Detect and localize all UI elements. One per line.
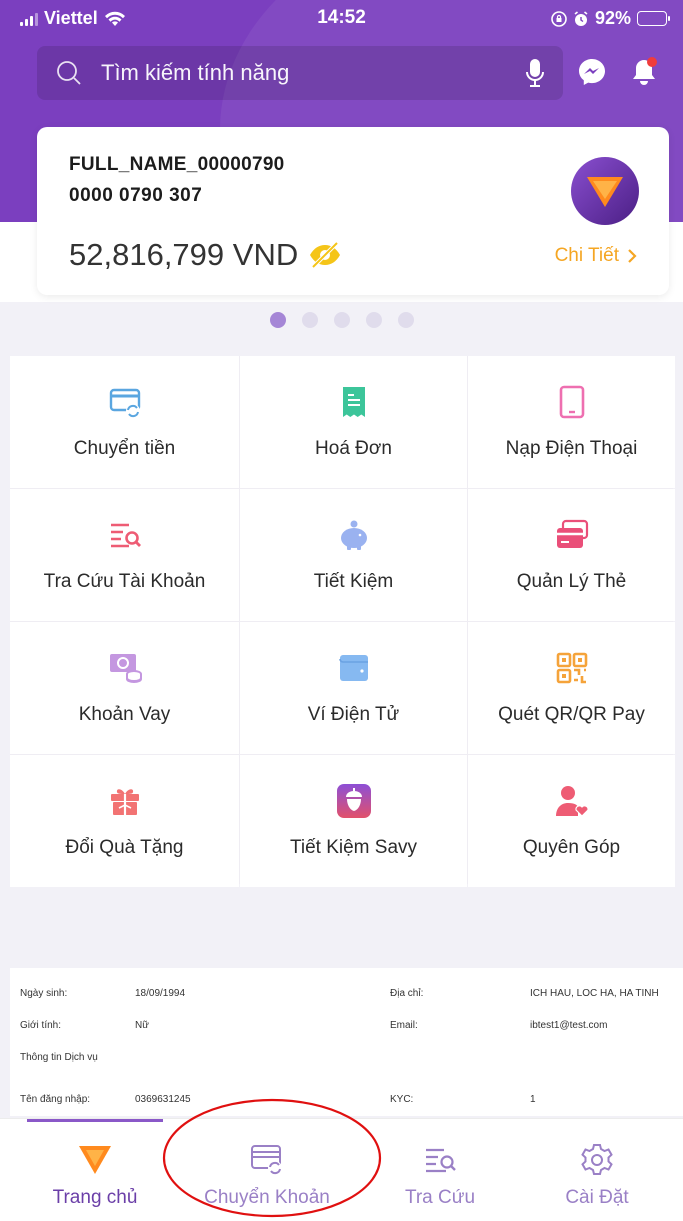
kyc-value: 1 bbox=[530, 1094, 536, 1105]
gift-icon bbox=[110, 789, 139, 815]
service-label: Tiết Kiệm bbox=[313, 571, 394, 592]
service-label: Hoá Đơn bbox=[315, 438, 392, 459]
service-label: Quét QR/QR Pay bbox=[498, 704, 645, 725]
bottom-tab-bar: Trang chủ Chuyển Khoản Tra Cứu Cài Đặt bbox=[0, 1118, 683, 1221]
service-account-lookup[interactable]: Tra Cứu Tài Khoản bbox=[10, 489, 239, 621]
brand-logo-icon bbox=[571, 157, 639, 225]
tab-label: Chuyển Khoản bbox=[204, 1187, 330, 1208]
donate-icon bbox=[555, 786, 589, 817]
service-label: Tiết Kiệm Savy bbox=[289, 837, 418, 858]
search-input[interactable]: Tìm kiếm tính năng bbox=[101, 60, 525, 86]
carousel-dot[interactable] bbox=[269, 312, 286, 328]
settings-gear-icon bbox=[581, 1144, 613, 1175]
address-value: ICH HAU, LOC HA, HA TINH bbox=[530, 988, 659, 999]
phone-icon bbox=[559, 385, 584, 419]
service-loan[interactable]: Khoản Vay bbox=[10, 622, 239, 754]
search-bar[interactable]: Tìm kiếm tính năng bbox=[37, 46, 563, 100]
service-label: Tra Cứu Tài Khoản bbox=[43, 571, 206, 592]
search-icon bbox=[57, 61, 81, 85]
hide-balance-eye-icon[interactable] bbox=[308, 242, 342, 268]
rotation-lock-icon bbox=[551, 10, 567, 27]
balance-amount: 52,816,799 VND bbox=[69, 237, 299, 272]
savy-acorn-icon bbox=[336, 784, 371, 818]
carousel-dot[interactable] bbox=[301, 312, 318, 328]
service-label: Quản Lý Thẻ bbox=[516, 571, 627, 592]
dob-value: 18/09/1994 bbox=[135, 988, 186, 999]
service-e-wallet[interactable]: Ví Điện Tử bbox=[240, 622, 467, 754]
account-number: 0000 0790 307 bbox=[69, 185, 203, 206]
dob-label: Ngày sinh: bbox=[20, 988, 68, 999]
chevron-right-icon bbox=[628, 249, 637, 263]
service-label: Quyên Góp bbox=[522, 837, 621, 858]
service-transfer[interactable]: Chuyển tiền bbox=[10, 356, 239, 488]
service-savy-savings[interactable]: Tiết Kiệm Savy bbox=[240, 755, 467, 887]
gender-value: Nữ bbox=[135, 1020, 149, 1031]
detail-label: Chi Tiết bbox=[554, 245, 619, 266]
carousel-dot[interactable] bbox=[397, 312, 414, 328]
service-qr-pay[interactable]: Quét QR/QR Pay bbox=[468, 622, 675, 754]
tab-transfer[interactable]: Chuyển Khoản bbox=[182, 1119, 352, 1221]
messenger-button[interactable] bbox=[574, 54, 610, 90]
transfer-card-icon bbox=[109, 388, 140, 418]
tab-label: Tra Cứu bbox=[404, 1187, 476, 1208]
alarm-icon bbox=[574, 10, 588, 26]
service-bill[interactable]: Hoá Đơn bbox=[240, 356, 467, 488]
kyc-label: KYC: bbox=[390, 1094, 414, 1105]
service-label: Nạp Điện Thoại bbox=[505, 438, 638, 459]
bell-icon bbox=[633, 57, 657, 85]
service-label: Khoản Vay bbox=[78, 704, 171, 725]
card-manage-icon bbox=[556, 519, 588, 548]
service-label: Đổi Quà Tặng bbox=[65, 837, 184, 858]
battery-icon bbox=[637, 11, 670, 26]
messenger-icon bbox=[579, 59, 605, 85]
carousel-dot[interactable] bbox=[333, 312, 350, 328]
email-label: Email: bbox=[390, 1020, 418, 1031]
tab-lookup[interactable]: Tra Cứu bbox=[355, 1119, 525, 1221]
email-value: ibtest1@test.com bbox=[530, 1020, 608, 1031]
tab-label: Trang chủ bbox=[52, 1187, 138, 1208]
notification-button[interactable] bbox=[626, 54, 662, 90]
username-value: 0369631245 bbox=[135, 1094, 191, 1105]
loan-icon bbox=[109, 654, 142, 684]
detail-link[interactable]: Chi Tiết bbox=[555, 245, 637, 267]
address-label: Địa chỉ: bbox=[390, 988, 424, 999]
transfer-icon bbox=[251, 1145, 282, 1175]
services-grid: Chuyển tiền Hoá Đơn Nạp Điện Thoại Tra C… bbox=[10, 356, 675, 887]
service-label: Chuyển tiền bbox=[73, 438, 176, 459]
service-card-management[interactable]: Quản Lý Thẻ bbox=[468, 489, 675, 621]
qr-code-icon bbox=[556, 652, 587, 684]
service-gift-exchange[interactable]: Đổi Quà Tặng bbox=[10, 755, 239, 887]
account-lookup-icon bbox=[110, 523, 141, 548]
tab-label: Cài Đặt bbox=[565, 1187, 629, 1208]
account-card[interactable]: FULL_NAME_00000790 0000 0790 307 52,816,… bbox=[37, 127, 669, 295]
tab-settings[interactable]: Cài Đặt bbox=[512, 1119, 682, 1221]
receipt-icon bbox=[342, 387, 365, 417]
service-donate[interactable]: Quyên Góp bbox=[468, 755, 675, 887]
tab-home[interactable]: Trang chủ bbox=[10, 1119, 180, 1221]
account-holder-name: FULL_NAME_00000790 bbox=[69, 154, 285, 175]
account-balance: 52,816,799 VND bbox=[69, 237, 342, 273]
service-phone-topup[interactable]: Nạp Điện Thoại bbox=[468, 356, 675, 488]
status-right: 92% bbox=[551, 8, 670, 29]
wallet-icon bbox=[338, 655, 368, 681]
customer-info-panel: Ngày sinh: 18/09/1994 Địa chỉ: ICH HAU, … bbox=[10, 968, 683, 1116]
carousel-dot[interactable] bbox=[365, 312, 382, 328]
username-label: Tên đăng nhập: bbox=[20, 1094, 91, 1105]
gender-label: Giới tính: bbox=[20, 1020, 62, 1031]
status-bar: Viettel 14:52 92% bbox=[0, 0, 683, 36]
microphone-icon[interactable] bbox=[525, 58, 545, 88]
carousel-dots[interactable] bbox=[0, 312, 683, 328]
piggy-bank-icon bbox=[340, 520, 367, 550]
service-savings[interactable]: Tiết Kiệm bbox=[240, 489, 467, 621]
home-logo-icon bbox=[79, 1146, 111, 1174]
service-info-heading: Thông tin Dịch vụ bbox=[20, 1052, 98, 1063]
lookup-icon bbox=[426, 1148, 456, 1173]
service-label: Ví Điện Tử bbox=[307, 704, 400, 725]
battery-percent: 92% bbox=[594, 8, 631, 28]
